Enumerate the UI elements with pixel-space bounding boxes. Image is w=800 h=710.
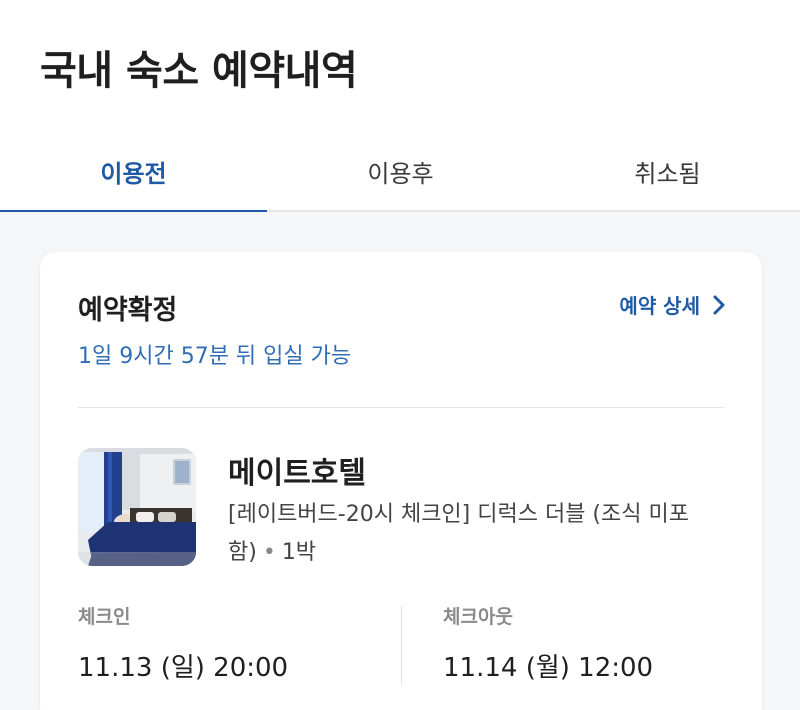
date-divider [401,606,402,684]
page-title: 국내 숙소 예약내역 [40,48,358,94]
tab-before-use[interactable]: 이용전 [0,130,267,214]
checkout-label: 체크아웃 [443,606,513,628]
tab-bar: 이용전 이용후 취소됨 [0,130,800,214]
tab-cancelled[interactable]: 취소됨 [534,130,800,212]
tab-label: 취소됨 [634,159,701,188]
reservation-card[interactable]: 예약확정 예약 상세 1일 9시간 57분 뒤 입실 가능 메이트호텔 [레이트… [40,252,762,710]
checkout-block: 체크아웃 11.14 (월) 12:00 [443,602,743,684]
tab-after-use[interactable]: 이용후 [267,130,534,212]
checkin-countdown: 1일 9시간 57분 뒤 입실 가능 [78,344,352,369]
stay-nights: 1박 [281,540,317,565]
checkout-datetime: 11.14 (월) 12:00 [443,653,654,683]
divider [78,407,724,408]
room-description: [레이트버드-20시 체크인] 디럭스 더블 (조식 미포함) • 1박 [228,496,728,572]
stay-dates: 체크인 11.13 (일) 20:00 체크아웃 11.14 (월) 12:00 [78,602,724,684]
detail-link-label: 예약 상세 [619,294,700,318]
tab-label: 이용전 [100,159,167,188]
checkin-label: 체크인 [78,606,131,628]
separator-dot: • [262,540,276,565]
reservation-detail-link[interactable]: 예약 상세 [619,290,726,319]
tab-label: 이용후 [367,159,434,188]
checkin-block: 체크인 11.13 (일) 20:00 [78,602,378,684]
reservation-status: 예약확정 [78,295,178,326]
chevron-right-icon [712,294,726,316]
hotel-room-thumbnail[interactable] [78,448,196,566]
checkin-datetime: 11.13 (일) 20:00 [78,653,289,683]
hotel-name: 메이트호텔 [228,456,366,491]
page-header: 국내 숙소 예약내역 [0,0,800,130]
